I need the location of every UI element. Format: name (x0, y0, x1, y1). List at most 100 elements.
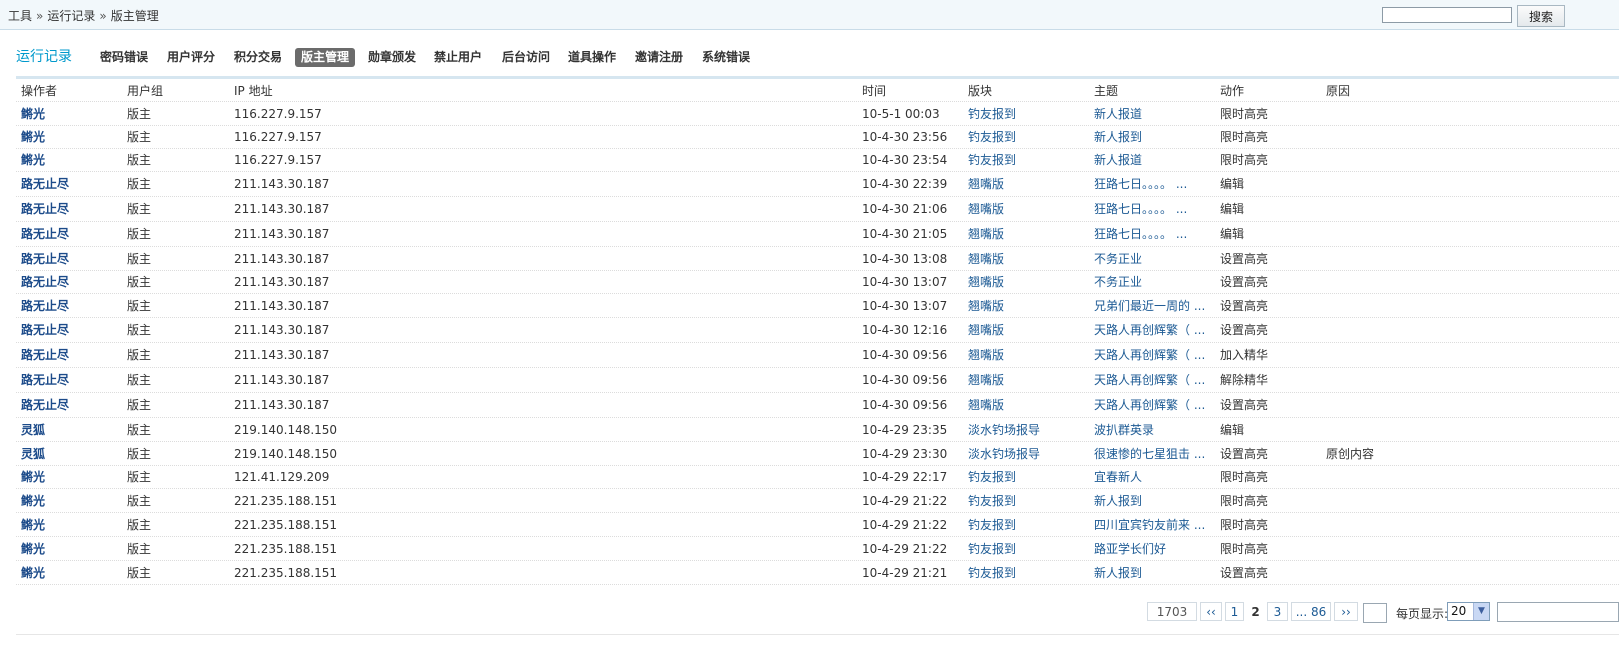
row-forum-link[interactable]: 翘嘴版 (968, 343, 1088, 368)
row-subject-link[interactable]: 很速惨的七星狙击 ... (1094, 442, 1214, 466)
row-operator-link[interactable]: 路无止尽 (21, 271, 121, 294)
page-goto-input[interactable] (1497, 602, 1619, 622)
row-subject-link[interactable]: 不务正业 (1094, 247, 1214, 271)
breadcrumb-run-log[interactable]: 运行记录 (47, 9, 95, 23)
row-forum-link[interactable]: 翘嘴版 (968, 393, 1088, 418)
row-forum-link[interactable]: 钓友报到 (968, 561, 1088, 585)
tab-medal-award[interactable]: 勋章颁发 (362, 48, 422, 67)
row-action: 限时高亮 (1220, 518, 1269, 532)
search-button[interactable]: 搜索 (1517, 5, 1565, 27)
row-subject-link[interactable]: 宜春新人 (1094, 466, 1214, 489)
tab-credit-trade[interactable]: 积分交易 (228, 48, 288, 67)
row-subject-link[interactable]: 四川宜宾钓友前来 ... (1094, 513, 1214, 537)
row-forum-link[interactable]: 翘嘴版 (968, 368, 1088, 393)
row-subject-link[interactable]: 新人报道 (1094, 102, 1214, 126)
tab-banned-users[interactable]: 禁止用户 (428, 48, 488, 67)
row-forum-link[interactable]: 钓友报到 (968, 466, 1088, 489)
row-forum-link[interactable]: 翘嘴版 (968, 222, 1088, 247)
tab-item-operation[interactable]: 道具操作 (562, 48, 622, 67)
row-subject-link[interactable]: 不务正业 (1094, 271, 1214, 294)
table-header: 操作者 用户组 IP 地址 时间 版块 主题 动作 原因 (16, 80, 1619, 102)
row-forum-link[interactable]: 钓友报到 (968, 537, 1088, 561)
row-forum-link[interactable]: 翘嘴版 (968, 318, 1088, 343)
row-operator-link[interactable]: 鳉光 (21, 102, 121, 126)
row-subject-link[interactable]: 狂路七日。。。。 ... (1094, 197, 1214, 222)
search-input[interactable] (1382, 7, 1512, 23)
row-operator-link[interactable]: 路无止尽 (21, 197, 121, 222)
row-operator-link[interactable]: 鳉光 (21, 149, 121, 172)
row-subject-link[interactable]: 天路人再创辉繁（ ... (1094, 343, 1214, 368)
row-ip: 116.227.9.157 (234, 107, 322, 121)
row-subject-link[interactable]: 狂路七日。。。。 ... (1094, 172, 1214, 197)
row-subject-link[interactable]: 新人报到 (1094, 126, 1214, 149)
pager-prev[interactable]: ‹‹ (1200, 602, 1222, 621)
row-group: 版主 (127, 542, 152, 556)
page-jump-input[interactable] (1363, 603, 1387, 623)
row-forum-link[interactable]: 钓友报到 (968, 513, 1088, 537)
tab-system-error[interactable]: 系统错误 (696, 48, 756, 67)
row-subject-link[interactable]: 新人报道 (1094, 149, 1214, 172)
row-subject-link[interactable]: 天路人再创辉繁（ ... (1094, 393, 1214, 418)
per-page-label: 每页显示: (1396, 607, 1449, 621)
row-subject-link[interactable]: 兄弟们最近一周的 ... (1094, 294, 1214, 318)
pager-next[interactable]: ›› (1334, 602, 1358, 621)
row-forum-link[interactable]: 钓友报到 (968, 102, 1088, 126)
row-operator-link[interactable]: 路无止尽 (21, 172, 121, 197)
row-ip: 221.235.188.151 (234, 518, 338, 532)
row-operator-link[interactable]: 路无止尽 (21, 318, 121, 343)
pager-page-3[interactable]: 3 (1267, 602, 1288, 621)
tab-invite-register[interactable]: 邀请注册 (629, 48, 689, 67)
pager-page-last[interactable]: ... 86 (1291, 602, 1331, 621)
row-ip: 221.235.188.151 (234, 494, 338, 508)
row-subject-link[interactable]: 新人报到 (1094, 489, 1214, 513)
row-operator-link[interactable]: 路无止尽 (21, 294, 121, 318)
breadcrumb-tools[interactable]: 工具 (8, 9, 32, 23)
row-subject-link[interactable]: 天路人再创辉繁（ ... (1094, 368, 1214, 393)
row-operator-link[interactable]: 鳉光 (21, 513, 121, 537)
row-subject-link[interactable]: 波扒群英录 (1094, 418, 1214, 442)
row-ip: 211.143.30.187 (234, 227, 330, 241)
row-operator-link[interactable]: 鳉光 (21, 537, 121, 561)
row-forum-link[interactable]: 淡水钓场报导 (968, 418, 1088, 442)
row-group: 版主 (127, 275, 152, 289)
row-forum-link[interactable]: 翘嘴版 (968, 197, 1088, 222)
row-ip: 121.41.129.209 (234, 470, 330, 484)
row-forum-link[interactable]: 钓友报到 (968, 489, 1088, 513)
row-operator-link[interactable]: 鳉光 (21, 561, 121, 585)
row-subject-link[interactable]: 路亚学长们好 (1094, 537, 1214, 561)
row-action: 限时高亮 (1220, 130, 1269, 144)
tab-user-rating[interactable]: 用户评分 (161, 48, 221, 67)
row-forum-link[interactable]: 翘嘴版 (968, 247, 1088, 271)
row-operator-link[interactable]: 灵狐 (21, 442, 121, 466)
per-page-select[interactable]: 20 ▼ (1447, 602, 1490, 621)
row-forum-link[interactable]: 钓友报到 (968, 126, 1088, 149)
row-operator-link[interactable]: 灵狐 (21, 418, 121, 442)
tab-divider (16, 76, 1619, 79)
row-operator-link[interactable]: 路无止尽 (21, 343, 121, 368)
row-forum-link[interactable]: 翘嘴版 (968, 294, 1088, 318)
row-operator-link[interactable]: 鳉光 (21, 489, 121, 513)
row-operator-link[interactable]: 鳉光 (21, 126, 121, 149)
row-operator-link[interactable]: 鳉光 (21, 466, 121, 489)
row-forum-link[interactable]: 翘嘴版 (968, 271, 1088, 294)
header-group: 用户组 (127, 84, 164, 98)
table-row: 鳉光 版主 116.227.9.157 10-4-30 23:56 钓友报到 新人报到 限时… (16, 126, 1619, 149)
row-time: 10-4-30 13:08 (862, 252, 948, 266)
tab-admin-access[interactable]: 后台访问 (496, 48, 556, 67)
row-operator-link[interactable]: 路无止尽 (21, 393, 121, 418)
pager-page-1[interactable]: 1 (1225, 602, 1244, 621)
tab-moderator-management[interactable]: 版主管理 (295, 48, 356, 67)
row-ip: 211.143.30.187 (234, 202, 330, 216)
row-operator-link[interactable]: 路无止尽 (21, 368, 121, 393)
row-subject-link[interactable]: 狂路七日。。。。 ... (1094, 222, 1214, 247)
row-forum-link[interactable]: 淡水钓场报导 (968, 442, 1088, 466)
row-subject-link[interactable]: 天路人再创辉繁（ ... (1094, 318, 1214, 343)
row-operator-link[interactable]: 路无止尽 (21, 247, 121, 271)
row-subject-link[interactable]: 新人报到 (1094, 561, 1214, 585)
row-action: 限时高亮 (1220, 470, 1269, 484)
tab-password-error[interactable]: 密码错误 (94, 48, 154, 67)
row-forum-link[interactable]: 钓友报到 (968, 149, 1088, 172)
row-group: 版主 (127, 299, 152, 313)
row-operator-link[interactable]: 路无止尽 (21, 222, 121, 247)
row-forum-link[interactable]: 翘嘴版 (968, 172, 1088, 197)
